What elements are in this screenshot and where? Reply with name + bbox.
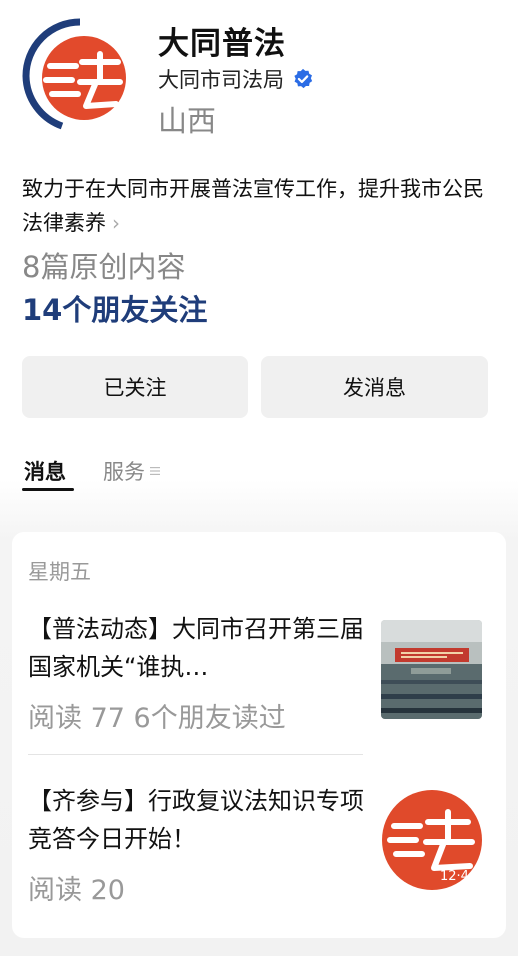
friends-following[interactable]: 14个朋友关注 — [22, 287, 207, 329]
feed-date: 星期五 — [28, 560, 91, 584]
article-title[interactable]: 【齐参与】行政复议法知识专项竞答今日开始！ — [28, 782, 368, 858]
chevron-right-icon: › — [112, 211, 120, 235]
article-title[interactable]: 【普法动态】大同市召开第三届国家机关“谁执… — [28, 610, 368, 686]
account-avatar[interactable] — [22, 18, 138, 134]
article-thumbnail[interactable] — [381, 620, 482, 719]
tab-messages[interactable]: 消息 — [24, 456, 66, 486]
org-name: 大同市司法局 — [158, 68, 284, 92]
article-meta: 阅读 77 6个朋友读过 — [28, 703, 286, 734]
message-feed-card: 星期五 【普法动态】大同市召开第三届国家机关“谁执… 阅读 77 6个朋友读过 … — [12, 532, 506, 938]
article-thumbnail[interactable]: 12·4 — [380, 788, 484, 892]
logo-date-text: 12·4 — [440, 869, 469, 884]
followed-button[interactable]: 已关注 — [22, 356, 248, 418]
send-message-button[interactable]: 发消息 — [261, 356, 488, 418]
description-text: 致力于在大同市开展普法宣传工作，提升我市公民法律素养 — [22, 177, 484, 235]
tab-services[interactable]: 服务 — [103, 456, 160, 486]
account-name: 大同普法 — [158, 26, 286, 62]
meeting-photo — [381, 620, 482, 719]
org-row: 大同市司法局 — [158, 64, 314, 94]
original-count[interactable]: 8篇原创内容 — [22, 244, 185, 286]
verified-badge-icon — [294, 68, 313, 89]
active-tab-indicator — [22, 488, 74, 491]
region-label: 山西 — [158, 104, 217, 138]
law-logo-icon — [22, 18, 136, 132]
tab-services-label: 服务 — [103, 460, 145, 484]
account-description[interactable]: 致力于在大同市开展普法宣传工作，提升我市公民法律素养 › — [22, 172, 502, 240]
article-meta: 阅读 20 — [28, 875, 125, 906]
law-logo-icon: 12·4 — [382, 790, 482, 890]
feed-divider — [28, 754, 363, 755]
account-profile-page: 大同普法 大同市司法局 山西 致力于在大同市开展普法宣传工作，提升我市公民法律素… — [0, 0, 518, 956]
menu-icon — [150, 467, 160, 475]
